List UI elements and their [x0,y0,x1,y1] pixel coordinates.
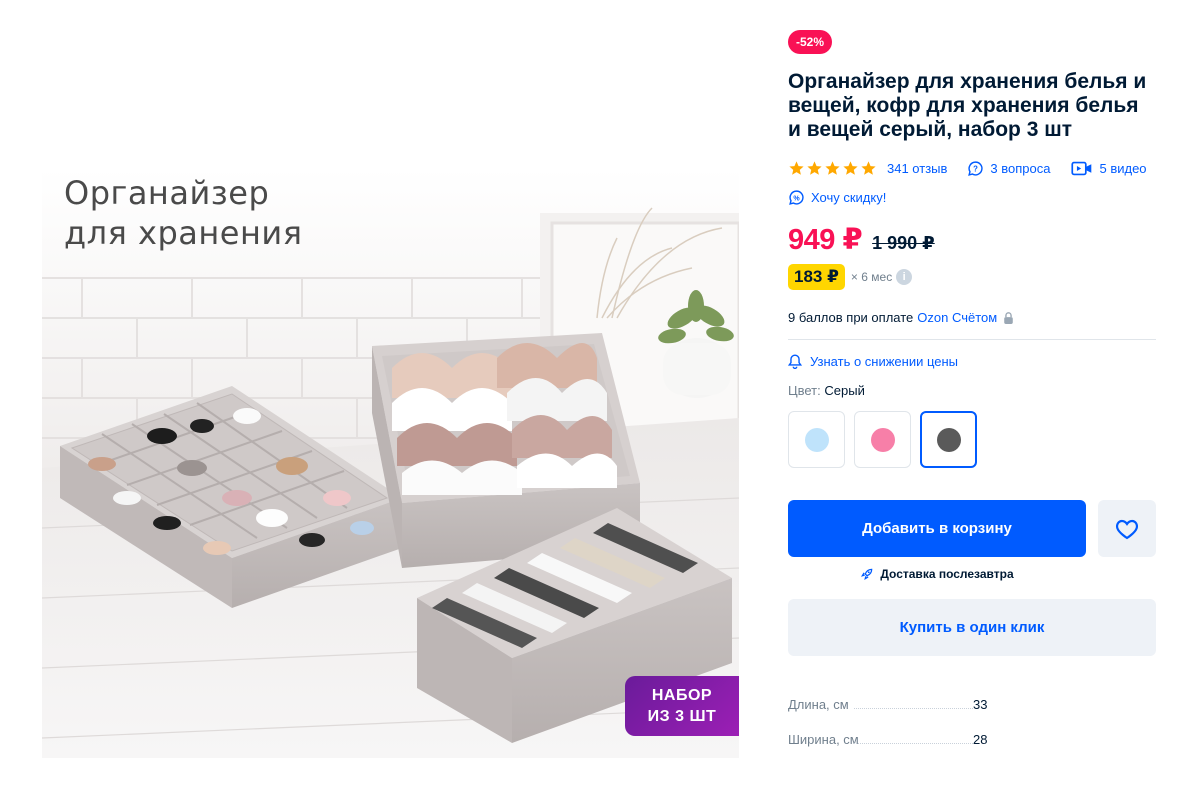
old-price: 1 990 ₽ [872,233,935,253]
svg-text:?: ? [974,164,979,173]
specs-list: Длина, см 33 Ширина, см 28 [788,677,1156,747]
swatch-gray[interactable] [920,411,977,468]
lock-icon [1004,311,1013,324]
spec-key: Длина, см [788,697,973,712]
color-value: Серый [824,383,865,398]
buy-one-click-button[interactable]: Купить в один клик [788,599,1156,656]
image-caption-line2: для хранения [64,214,303,252]
star-icon [843,160,858,175]
points-row: 9 баллов при оплате Ozon Счётом [788,310,1156,325]
installment-term: × 6 мес [850,270,893,284]
spec-row: Ширина, см 28 [788,712,1156,747]
price-drop-notify-link[interactable]: Узнать о снижении цены [788,354,1156,369]
heart-icon [1116,519,1138,539]
add-to-cart-button[interactable]: Добавить в корзину [788,500,1086,557]
current-price: 949 ₽ [788,224,863,256]
color-label: Цвет: [788,383,821,398]
product-title: Органайзер для хранения белья и вещей, к… [788,70,1147,141]
bell-icon [788,354,802,369]
set-badge-line1: НАБОР [651,687,713,704]
swatch-pink[interactable] [854,411,911,468]
image-caption-line1: Органайзер [64,174,270,212]
spec-key: Ширина, см [788,732,973,747]
video-icon [1071,161,1092,175]
favorite-button[interactable] [1098,500,1156,557]
discount-badge: -52% [788,30,833,54]
delivery-label: Доставка послезавтра [880,567,1014,581]
product-meta-row: 341 отзыв ? 3 вопроса 5 видео [788,158,1156,178]
price-drop-notify-label: Узнать о снижении цены [810,354,959,369]
want-discount-link[interactable]: % Хочу скидку! [788,189,1156,206]
color-label-row: Цвет: Серый [788,383,1156,398]
questions-label: 3 вопроса [990,160,1051,176]
set-badge: НАБОР ИЗ 3 ШТ [625,676,739,736]
discount-chat-icon: % [789,190,804,205]
product-info-panel: -52% Органайзер для хранения белья и вещ… [788,30,1156,747]
installment-amount: 183 ₽ [788,264,845,290]
product-image[interactable]: Органайзер для хранения НАБОР ИЗ 3 ШТ [42,168,739,758]
points-text: 9 баллов при оплате [788,310,914,325]
set-badge-line2: ИЗ 3 ШТ [647,708,717,725]
videos-link[interactable]: 5 видео [1071,160,1147,177]
swatch-dot [804,427,829,452]
spec-value: 28 [973,732,988,747]
star-icon [861,160,876,175]
divider [788,339,1156,340]
want-discount-label: Хочу скидку! [811,190,887,205]
swatch-dot [870,427,895,452]
price-row: 949 ₽ 1 990 ₽ [788,222,1156,257]
cart-row: Добавить в корзину [788,500,1156,557]
videos-label: 5 видео [1099,160,1147,176]
spec-row: Длина, см 33 [788,677,1156,712]
installment-row[interactable]: 183 ₽ × 6 мес i [788,263,1156,291]
questions-link[interactable]: ? 3 вопроса [967,160,1050,177]
delivery-row: Доставка послезавтра [788,567,1086,581]
rocket-icon [861,568,873,581]
swatch-light-blue[interactable] [788,411,845,468]
ozon-account-link[interactable]: Ozon Счётом [917,310,997,325]
image-caption: Органайзер для хранения [64,173,302,253]
spec-value: 33 [973,697,988,712]
rating-stars[interactable] [788,160,877,177]
chat-question-icon: ? [968,160,984,176]
reviews-link[interactable]: 341 отзыв [887,161,947,176]
star-icon [825,160,840,175]
swatch-dot [936,427,961,452]
star-icon [807,160,822,175]
product-photo [42,168,739,758]
svg-text:%: % [793,194,800,202]
info-icon[interactable]: i [896,269,913,285]
color-swatches [788,411,1156,468]
star-icon [789,160,804,175]
